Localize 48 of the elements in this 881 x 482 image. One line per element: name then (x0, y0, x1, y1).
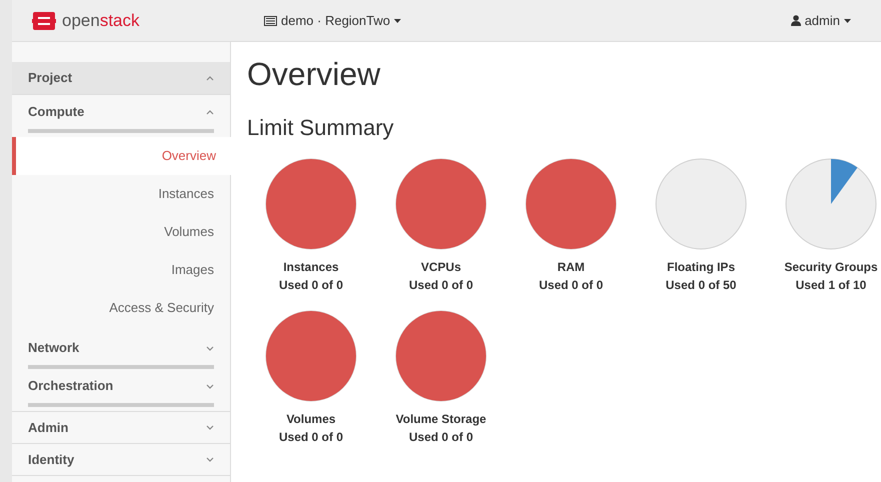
sidebar-item[interactable]: Images (12, 251, 230, 289)
limit-usage: Used 0 of 0 (408, 429, 474, 446)
sidebar-group[interactable]: Orchestration (28, 369, 214, 407)
usage-pie-icon (395, 310, 487, 402)
limit-name: Security Groups (784, 259, 878, 276)
sidebar-item[interactable]: Access & Security (12, 289, 230, 327)
limit-name: Volumes (286, 411, 336, 428)
sidebar-item[interactable]: Volumes (12, 213, 230, 251)
chevron-down-icon (206, 425, 214, 430)
limit-name: RAM (557, 259, 585, 276)
chevron-up-icon (206, 110, 214, 114)
chevron-down-icon (206, 346, 214, 350)
limit-name: Volume Storage (396, 411, 486, 428)
window-icon (264, 16, 277, 26)
project-menu[interactable]: demo · RegionTwo (264, 10, 402, 30)
limit-name: Floating IPs (666, 259, 735, 276)
limit-usage: Used 1 of 10 (796, 277, 866, 294)
usage-pie-icon (655, 158, 747, 250)
logo-icon (32, 10, 56, 30)
chevron-down-icon (206, 384, 214, 388)
limit-usage: Used 0 of 0 (278, 277, 344, 294)
user-menu[interactable]: admin (790, 10, 851, 30)
usage-pie-icon (265, 158, 357, 250)
user-icon (790, 15, 801, 26)
limit-name: Instances (283, 259, 339, 276)
limit-usage: Used 0 of 0 (278, 429, 344, 446)
section-title: Limit Summary (247, 114, 395, 142)
sidebar-item[interactable]: Instances (12, 175, 230, 213)
limit-usage: Used 0 of 0 (408, 277, 474, 294)
sidebar-group[interactable]: Network (28, 331, 214, 369)
limit-usage: Used 0 of 50 (666, 277, 736, 294)
sidebar-panel-header[interactable]: Identity (12, 444, 230, 475)
usage-pie-icon (525, 158, 617, 250)
limit-usage: Used 0 of 0 (538, 277, 604, 294)
usage-pie-icon (395, 158, 487, 250)
logo-text: openstack (62, 10, 140, 32)
sidebar-group[interactable]: Compute (28, 95, 214, 133)
chevron-up-icon (206, 76, 214, 80)
chevron-down-icon (206, 457, 214, 462)
page-title: Overview (247, 55, 382, 94)
usage-pie-icon (785, 158, 877, 250)
caret-icon (844, 18, 851, 22)
usage-pie-icon (265, 310, 357, 402)
limit-name: VCPUs (420, 259, 461, 276)
sidebar-panel-header[interactable]: Project (12, 62, 230, 95)
sidebar-item[interactable]: Overview (12, 137, 231, 175)
sidebar-panel-header[interactable]: Admin (12, 412, 230, 443)
caret-icon (394, 18, 402, 22)
